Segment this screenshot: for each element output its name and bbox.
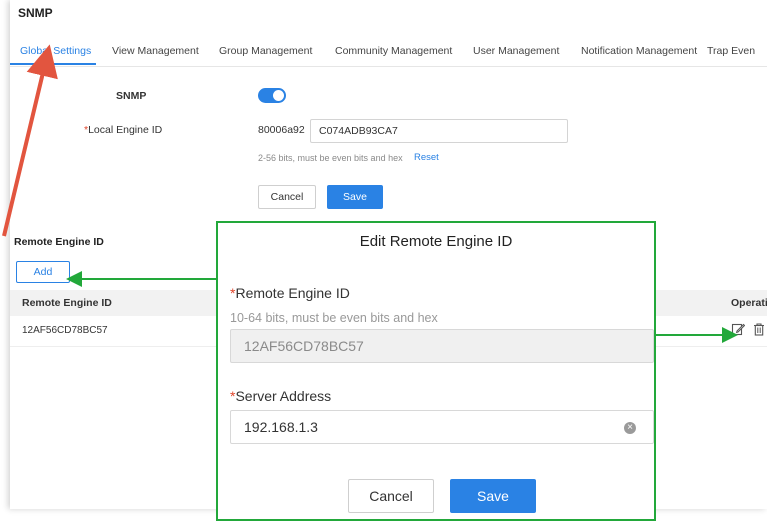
cancel-button[interactable]: Cancel (258, 185, 316, 209)
edit-icon[interactable] (731, 322, 745, 336)
server-address-label-text: Server Address (235, 388, 332, 404)
toggle-knob (273, 90, 284, 101)
tab-global-settings[interactable]: Global Settings (20, 45, 91, 57)
dialog-cancel-button[interactable]: Cancel (348, 479, 434, 513)
tab-community-management[interactable]: Community Management (335, 45, 452, 57)
server-address-label: *Server Address (230, 388, 331, 404)
local-engine-id-label: *Local Engine ID (84, 124, 162, 136)
reset-link[interactable]: Reset (414, 152, 439, 163)
dialog-title: Edit Remote Engine ID (359, 233, 513, 250)
edit-remote-engine-dialog: Edit Remote Engine ID *Remote Engine ID … (216, 221, 656, 521)
remote-engine-section-title: Remote Engine ID (14, 236, 104, 248)
tab-notification-management[interactable]: Notification Management (581, 45, 697, 57)
save-button[interactable]: Save (327, 185, 383, 209)
add-button[interactable]: Add (16, 261, 70, 283)
column-operation: Operati (731, 297, 767, 309)
tab-trap-event[interactable]: Trap Even (707, 45, 755, 57)
server-address-input[interactable] (230, 410, 654, 444)
local-engine-id-text: Local Engine ID (88, 124, 163, 136)
remote-engine-id-input (230, 329, 654, 363)
remote-engine-id-hint: 10-64 bits, must be even bits and hex (230, 311, 438, 325)
remote-engine-id-label: *Remote Engine ID (230, 285, 350, 301)
engine-id-prefix: 80006a92 (258, 124, 305, 136)
snmp-toggle[interactable] (258, 88, 286, 103)
trash-icon[interactable] (752, 322, 766, 336)
local-engine-id-input[interactable] (310, 119, 568, 143)
remote-engine-id-label-text: Remote Engine ID (235, 285, 350, 301)
tab-user-management[interactable]: User Management (473, 45, 559, 57)
remote-engine-id-cell: 12AF56CD78BC57 (22, 325, 108, 336)
engine-id-hint: 2-56 bits, must be even bits and hex (258, 153, 403, 163)
column-remote-engine-id: Remote Engine ID (22, 297, 112, 309)
tab-view-management[interactable]: View Management (112, 45, 199, 57)
page-title: SNMP (18, 6, 53, 20)
snmp-label: SNMP (116, 90, 147, 102)
clear-icon[interactable]: × (624, 422, 636, 434)
dialog-save-button[interactable]: Save (450, 479, 536, 513)
active-tab-indicator (10, 63, 96, 65)
tab-group-management[interactable]: Group Management (219, 45, 312, 57)
tab-bar: Global Settings View Management Group Ma… (10, 38, 767, 67)
